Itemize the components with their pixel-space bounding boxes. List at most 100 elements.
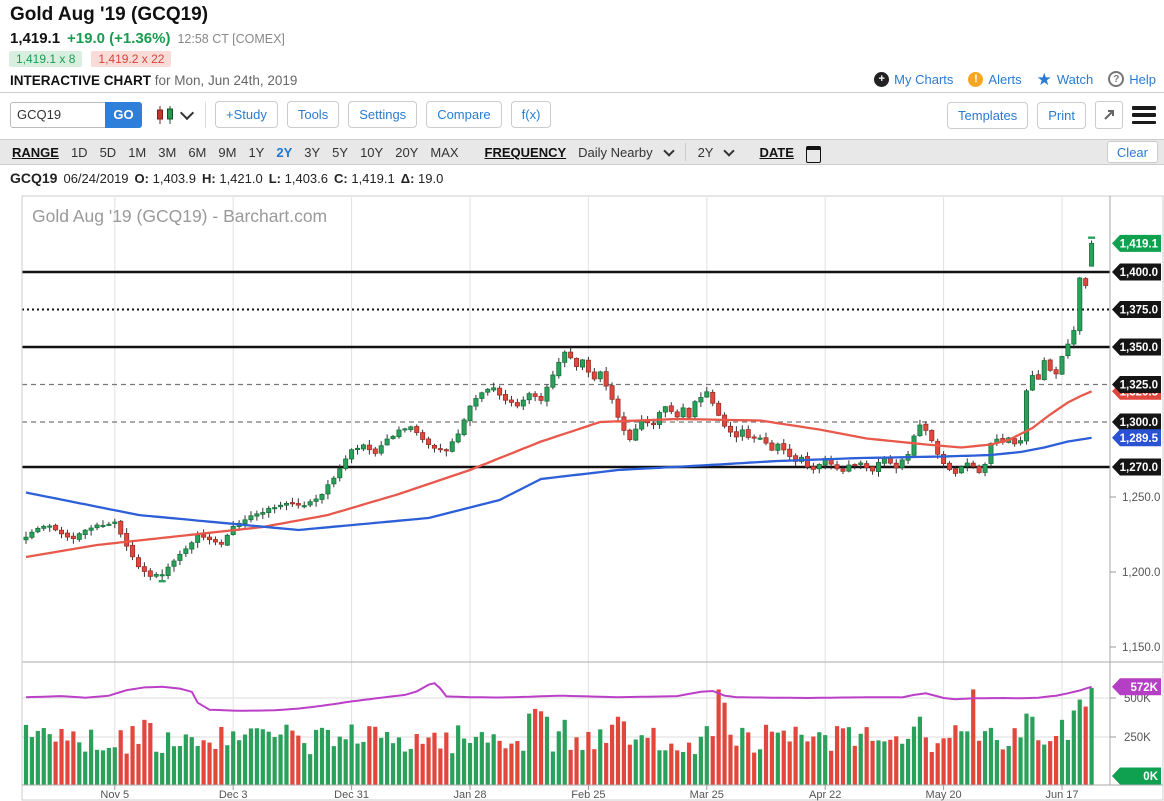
candle[interactable] — [119, 521, 123, 534]
candle[interactable] — [1060, 356, 1064, 374]
candle[interactable] — [320, 494, 324, 499]
candle[interactable] — [77, 534, 81, 540]
candle[interactable] — [971, 463, 975, 466]
candle[interactable] — [776, 444, 780, 450]
candle[interactable] — [332, 478, 336, 484]
settings-button[interactable]: Settings — [348, 101, 417, 128]
candle[interactable] — [1013, 439, 1017, 444]
candle[interactable] — [249, 516, 253, 520]
clear-button[interactable]: Clear — [1107, 141, 1158, 163]
range-option-6m[interactable]: 6M — [188, 145, 206, 160]
candle[interactable] — [308, 502, 312, 505]
candle[interactable] — [563, 352, 567, 362]
candle[interactable] — [219, 542, 223, 544]
candle[interactable] — [1054, 370, 1058, 374]
candle[interactable] — [403, 429, 407, 430]
candle[interactable] — [788, 449, 792, 456]
candle[interactable] — [1030, 375, 1034, 390]
range-option-1y[interactable]: 1Y — [248, 145, 264, 160]
candle[interactable] — [592, 372, 596, 379]
candle[interactable] — [444, 450, 448, 451]
candle[interactable] — [782, 444, 786, 450]
candle[interactable] — [426, 439, 430, 445]
candle[interactable] — [492, 388, 496, 390]
candle[interactable] — [172, 561, 176, 566]
candle[interactable] — [663, 407, 667, 412]
candle[interactable] — [379, 446, 383, 453]
candle[interactable] — [125, 533, 129, 546]
candle[interactable] — [533, 394, 537, 397]
candle[interactable] — [367, 445, 371, 450]
candle[interactable] — [977, 466, 981, 472]
candle[interactable] — [113, 522, 117, 523]
candle[interactable] — [184, 549, 188, 554]
candle[interactable] — [1036, 375, 1040, 379]
candle[interactable] — [888, 458, 892, 463]
candle[interactable] — [894, 463, 898, 468]
candle[interactable] — [267, 508, 271, 512]
candle[interactable] — [130, 545, 134, 556]
candle[interactable] — [651, 423, 655, 424]
candle[interactable] — [190, 543, 194, 549]
help-link[interactable]: ? Help — [1108, 71, 1156, 87]
candle[interactable] — [373, 449, 377, 453]
candle[interactable] — [900, 460, 904, 468]
candle[interactable] — [983, 464, 987, 472]
candle[interactable] — [752, 437, 756, 438]
my-charts-link[interactable]: + My Charts — [874, 72, 953, 87]
candle[interactable] — [255, 514, 259, 516]
candle[interactable] — [101, 525, 105, 526]
candle[interactable] — [610, 386, 614, 400]
candle[interactable] — [936, 441, 940, 454]
candle[interactable] — [142, 567, 146, 572]
candle[interactable] — [586, 360, 590, 372]
symbol-input[interactable] — [10, 102, 106, 128]
candle[interactable] — [1084, 279, 1088, 286]
candle[interactable] — [876, 462, 880, 471]
candle[interactable] — [728, 426, 732, 432]
candle[interactable] — [569, 352, 573, 358]
candle[interactable] — [1024, 391, 1028, 441]
candle[interactable] — [355, 448, 359, 449]
candle[interactable] — [503, 394, 507, 400]
hamburger-menu-icon[interactable] — [1132, 106, 1156, 124]
candle[interactable] — [740, 430, 744, 436]
candle[interactable] — [498, 388, 502, 395]
candle[interactable] — [521, 400, 525, 406]
print-button[interactable]: Print — [1037, 102, 1086, 129]
candle[interactable] — [207, 537, 211, 540]
range-option-10y[interactable]: 10Y — [360, 145, 383, 160]
candle[interactable] — [841, 469, 845, 471]
candle[interactable] — [462, 420, 466, 435]
candle[interactable] — [409, 427, 413, 430]
candle[interactable] — [551, 375, 555, 387]
candle[interactable] — [918, 425, 922, 436]
candle[interactable] — [415, 427, 419, 433]
candle[interactable] — [870, 467, 874, 471]
candle[interactable] — [580, 360, 584, 367]
calendar-icon[interactable] — [806, 146, 821, 163]
candle[interactable] — [989, 443, 993, 463]
candle[interactable] — [59, 530, 63, 534]
candle[interactable] — [166, 567, 170, 575]
candle[interactable] — [924, 424, 928, 430]
candle[interactable] — [30, 532, 34, 537]
candle[interactable] — [54, 525, 58, 530]
candle[interactable] — [805, 456, 809, 467]
candle[interactable] — [290, 503, 294, 504]
templates-button[interactable]: Templates — [947, 102, 1028, 129]
candle[interactable] — [421, 433, 425, 440]
range-label[interactable]: RANGE — [12, 145, 59, 160]
candle[interactable] — [284, 503, 288, 505]
candle[interactable] — [480, 393, 484, 399]
range-option-1d[interactable]: 1D — [71, 145, 88, 160]
candle[interactable] — [344, 459, 348, 469]
go-button[interactable]: GO — [105, 102, 142, 128]
candle[interactable] — [693, 402, 697, 417]
expand-button[interactable] — [1095, 101, 1123, 129]
candle[interactable] — [65, 533, 69, 537]
candle[interactable] — [154, 574, 158, 576]
candle[interactable] — [1018, 441, 1022, 443]
candle[interactable] — [89, 528, 93, 530]
candle[interactable] — [71, 536, 75, 538]
